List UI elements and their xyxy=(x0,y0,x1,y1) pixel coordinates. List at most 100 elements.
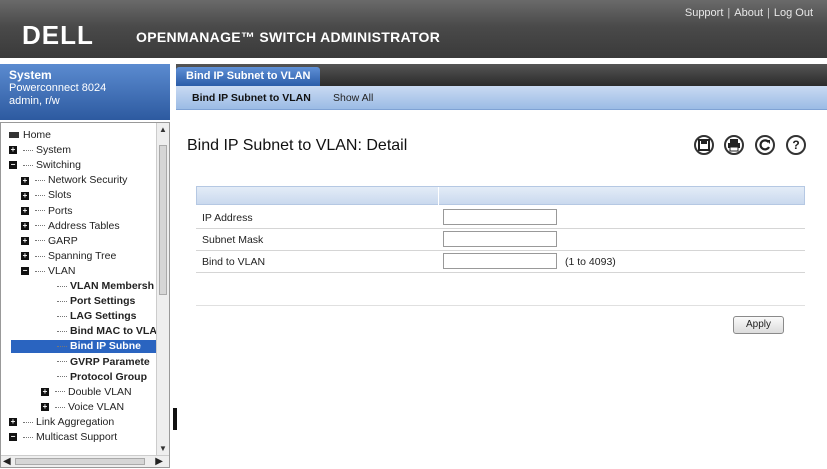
panel-splitter[interactable] xyxy=(173,408,177,430)
help-icon[interactable]: ? xyxy=(786,135,806,155)
about-link[interactable]: About xyxy=(734,7,763,19)
tree-connector xyxy=(57,300,67,302)
expand-icon[interactable]: + xyxy=(21,176,29,185)
system-info-box: System Powerconnect 8024 admin, r/w xyxy=(0,64,170,120)
expand-icon[interactable]: + xyxy=(21,221,29,230)
collapse-icon[interactable]: − xyxy=(9,161,17,170)
tree-item[interactable]: + Address Tables xyxy=(1,220,157,233)
tree-item[interactable]: + GARP xyxy=(1,235,157,248)
scroll-thumb[interactable] xyxy=(15,458,145,465)
detail-form: IP Address Subnet Mask Bind to VLAN (1 t… xyxy=(196,186,805,273)
tree-item-label: Voice VLAN xyxy=(68,400,125,413)
save-icon[interactable] xyxy=(694,135,714,155)
expand-icon[interactable]: + xyxy=(21,236,29,245)
tree-connector xyxy=(35,180,45,182)
tree-connector xyxy=(35,210,45,212)
page-title: Bind IP Subnet to VLAN: Detail xyxy=(187,137,408,154)
tree-item-label: Spanning Tree xyxy=(48,249,117,262)
tree-item[interactable]: + Spanning Tree xyxy=(1,250,157,263)
tree-item-label: Bind MAC to VLA xyxy=(70,325,157,338)
expand-icon[interactable]: + xyxy=(41,403,49,412)
expand-icon[interactable]: + xyxy=(21,191,29,200)
tree-item-label: Address Tables xyxy=(48,219,120,232)
tree-connector xyxy=(57,315,67,317)
refresh-icon[interactable] xyxy=(755,135,775,155)
navigation-tree: Home + System − Switching + Network Security + S… xyxy=(0,122,170,468)
bind-to-vlan-label: Bind to VLAN xyxy=(202,256,266,268)
tree-connector xyxy=(35,240,45,242)
expand-icon[interactable]: + xyxy=(21,252,29,261)
tree-item[interactable]: + Link Aggregation xyxy=(1,416,157,429)
scroll-thumb[interactable] xyxy=(159,145,167,295)
support-link[interactable]: Support xyxy=(685,7,724,19)
tree-item-label: LAG Settings xyxy=(70,310,137,323)
subtab-bind-ip-subnet[interactable]: Bind IP Subnet to VLAN xyxy=(192,92,311,104)
home-icon xyxy=(9,132,19,139)
expand-icon[interactable]: + xyxy=(9,146,17,155)
tree-item-label: Network Security xyxy=(48,174,128,187)
tree-connector xyxy=(55,391,65,393)
tree-item-label: Double VLAN xyxy=(68,385,132,398)
link-separator: | xyxy=(727,7,731,19)
tree-item[interactable]: VLAN Membersh xyxy=(1,280,157,293)
tree-horizontal-scrollbar[interactable]: ◀ ▶ xyxy=(1,455,169,467)
tree-item[interactable]: + Slots xyxy=(1,189,157,202)
tree-item[interactable]: Home xyxy=(1,129,157,142)
tree-item[interactable]: + Double VLAN xyxy=(1,386,157,399)
ip-address-field[interactable] xyxy=(443,209,557,225)
link-separator: | xyxy=(767,7,770,19)
vlan-range-hint: (1 to 4093) xyxy=(565,256,616,268)
subtab-show-all[interactable]: Show All xyxy=(333,92,373,104)
tree-item[interactable]: Port Settings xyxy=(1,295,157,308)
tree-item[interactable]: + Network Security xyxy=(1,174,157,187)
tree-connector xyxy=(57,285,67,287)
subnet-mask-label: Subnet Mask xyxy=(202,234,264,246)
system-model: Powerconnect 8024 xyxy=(9,82,107,94)
subnet-mask-field[interactable] xyxy=(443,231,557,247)
ip-address-label: IP Address xyxy=(202,212,253,224)
tree-item[interactable]: − VLAN xyxy=(1,265,157,278)
scroll-down-arrow-icon[interactable]: ▼ xyxy=(157,442,169,455)
tree-item[interactable]: Protocol Group xyxy=(1,371,157,384)
app-header: DELL OPENMANAGE™ SWITCH ADMINISTRATOR Su… xyxy=(0,0,827,58)
expand-icon[interactable]: + xyxy=(41,387,49,396)
print-icon[interactable] xyxy=(724,135,744,155)
tree-item-label: Home xyxy=(23,129,52,141)
tree-item-label: GARP xyxy=(48,234,78,247)
tree-connector xyxy=(35,195,45,197)
form-row-ip-address: IP Address xyxy=(196,207,805,229)
tree-connector xyxy=(35,225,45,227)
tree-item-label: Multicast Support xyxy=(36,431,118,443)
tree-item-label: Switching xyxy=(36,159,81,172)
tree-item-label: VLAN Membersh xyxy=(70,280,155,292)
system-user: admin, r/w xyxy=(9,95,60,107)
tree-item[interactable]: + System xyxy=(1,144,157,157)
scroll-up-arrow-icon[interactable]: ▲ xyxy=(157,123,169,136)
scroll-left-arrow-icon[interactable]: ◀ xyxy=(3,456,11,467)
tree-item[interactable]: + Ports xyxy=(1,205,157,218)
tree-item[interactable]: + Voice VLAN xyxy=(1,401,157,414)
tree-connector xyxy=(57,331,67,333)
form-row-bind-to-vlan: Bind to VLAN (1 to 4093) xyxy=(196,251,805,273)
tree-item-label: Slots xyxy=(48,189,72,202)
apply-button[interactable]: Apply xyxy=(733,316,784,334)
scroll-right-arrow-icon[interactable]: ▶ xyxy=(155,456,163,467)
tree-item[interactable]: − Multicast Support xyxy=(1,431,157,444)
tree-item[interactable]: LAG Settings xyxy=(1,310,157,323)
tree-item-label: Link Aggregation xyxy=(36,415,115,428)
collapse-icon[interactable]: − xyxy=(21,267,29,276)
tree-item[interactable]: Bind IP Subne xyxy=(11,340,157,354)
tree-item[interactable]: − Switching xyxy=(1,159,157,172)
tree-connector xyxy=(57,361,67,363)
tree-item[interactable]: Bind MAC to VLA xyxy=(1,325,157,338)
tree-item[interactable]: GVRP Paramete xyxy=(1,356,157,369)
collapse-icon[interactable]: − xyxy=(9,433,17,442)
vlan-id-field[interactable] xyxy=(443,253,557,269)
tree-vertical-scrollbar[interactable]: ▲ ▼ xyxy=(156,123,169,455)
tree-item-label: Protocol Group xyxy=(70,370,147,383)
logout-link[interactable]: Log Out xyxy=(774,7,813,19)
tree-connector xyxy=(57,346,67,348)
tab-bind-ip-subnet[interactable]: Bind IP Subnet to VLAN xyxy=(176,67,321,86)
expand-icon[interactable]: + xyxy=(21,206,29,215)
expand-icon[interactable]: + xyxy=(9,418,17,427)
